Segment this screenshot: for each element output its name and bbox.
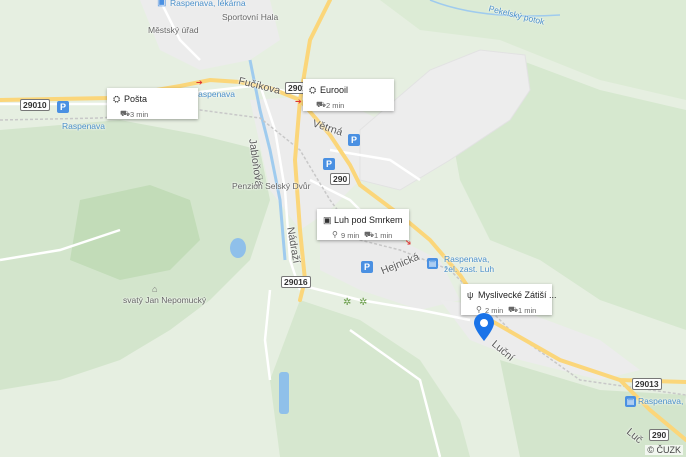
place-label-raspenava-top: Raspenava, lékárna — [170, 0, 246, 8]
place-label-raspenava-rail: Raspenava — [192, 89, 236, 99]
place-label-zast-1: Raspenava, — [444, 254, 490, 264]
train-stop-icon[interactable]: ▤ — [427, 258, 438, 269]
place-label-raspenava-left: Raspenava — [62, 121, 106, 131]
road-number-29010: 29010 — [20, 99, 50, 111]
road-number-290-br: 290 — [649, 429, 670, 441]
monument-icon[interactable]: ⌂ — [152, 284, 157, 294]
park-icon[interactable]: ✲ — [343, 297, 351, 308]
place-label-mestsky-urad: Městský úřad — [148, 25, 199, 35]
poi-card-drive-time: 1 min — [374, 231, 393, 240]
direction-arrow-icon: ➔ — [196, 78, 203, 87]
parking-icon[interactable]: P — [323, 158, 335, 170]
parking-icon[interactable]: P — [57, 101, 69, 113]
poi-card-title: Luh pod Smrkem — [334, 215, 403, 225]
fuel-station-icon: ⛭ — [309, 85, 317, 95]
road-number-290: 290 — [330, 173, 351, 185]
place-label-svaty-jan: svatý Jan Nepomucký — [123, 295, 207, 305]
parking-icon[interactable]: P — [348, 134, 360, 146]
poi-card-drive-time: 1 min — [518, 306, 537, 315]
restaurant-icon: ψ — [467, 290, 474, 300]
car-icon: ⛟ — [508, 305, 519, 314]
parking-icon[interactable]: P — [361, 261, 373, 273]
road-number-29016: 29016 — [281, 276, 311, 288]
poi-card-myslivecke-zatisi[interactable]: ψ Myslivecké Zátiší ... ⚲ 2 min ⛟ 1 min — [461, 284, 557, 315]
poi-card-title: Eurooil — [320, 85, 349, 95]
walk-icon: ⚲ — [332, 230, 338, 239]
poi-card-drive-time: 2 min — [326, 101, 345, 110]
car-icon: ⛟ — [364, 230, 375, 239]
place-label-penzion: Penzion Selský Dvůr — [232, 181, 311, 191]
place-label-zast-2: žel. zast. Luh — [444, 264, 495, 274]
poi-card-walk-time: 9 min — [341, 231, 360, 240]
poi-card-drive-time: 3 min — [130, 110, 149, 119]
copyright-notice: © ČUZK — [645, 445, 683, 455]
pharmacy-icon[interactable]: ▣ — [157, 0, 166, 8]
direction-arrow-icon: ➔ — [295, 97, 302, 106]
place-label-raspenava-right: Raspenava, hř — [638, 396, 686, 406]
place-label-sportovni-hala: Sportovní Hala — [222, 12, 279, 22]
car-icon: ⛟ — [316, 100, 327, 109]
poi-card-luh-pod-smrkem[interactable]: ▣ Luh pod Smrkem ⚲ 9 min ⛟ 1 min — [317, 209, 409, 240]
bus-stop-icon-right[interactable]: ▤ — [625, 396, 636, 407]
car-icon: ⛟ — [120, 109, 131, 118]
poi-card-posta[interactable]: ⛭ Pošta ⛟ 3 min — [107, 88, 198, 119]
hotel-icon[interactable]: ⌂ — [258, 171, 263, 181]
road-number-29013: 29013 — [632, 378, 662, 390]
park-icon-2[interactable]: ✲ — [359, 297, 367, 308]
poi-card-eurooil[interactable]: ⛭ Eurooil ⛟ 2 min — [303, 79, 394, 111]
poi-card-title: Pošta — [124, 94, 148, 104]
location-pin-icon[interactable] — [472, 312, 496, 342]
poi-card-title: Myslivecké Zátiší ... — [478, 290, 557, 300]
bus-stop-icon: ▣ — [323, 215, 332, 225]
post-office-icon: ⛭ — [113, 94, 121, 104]
